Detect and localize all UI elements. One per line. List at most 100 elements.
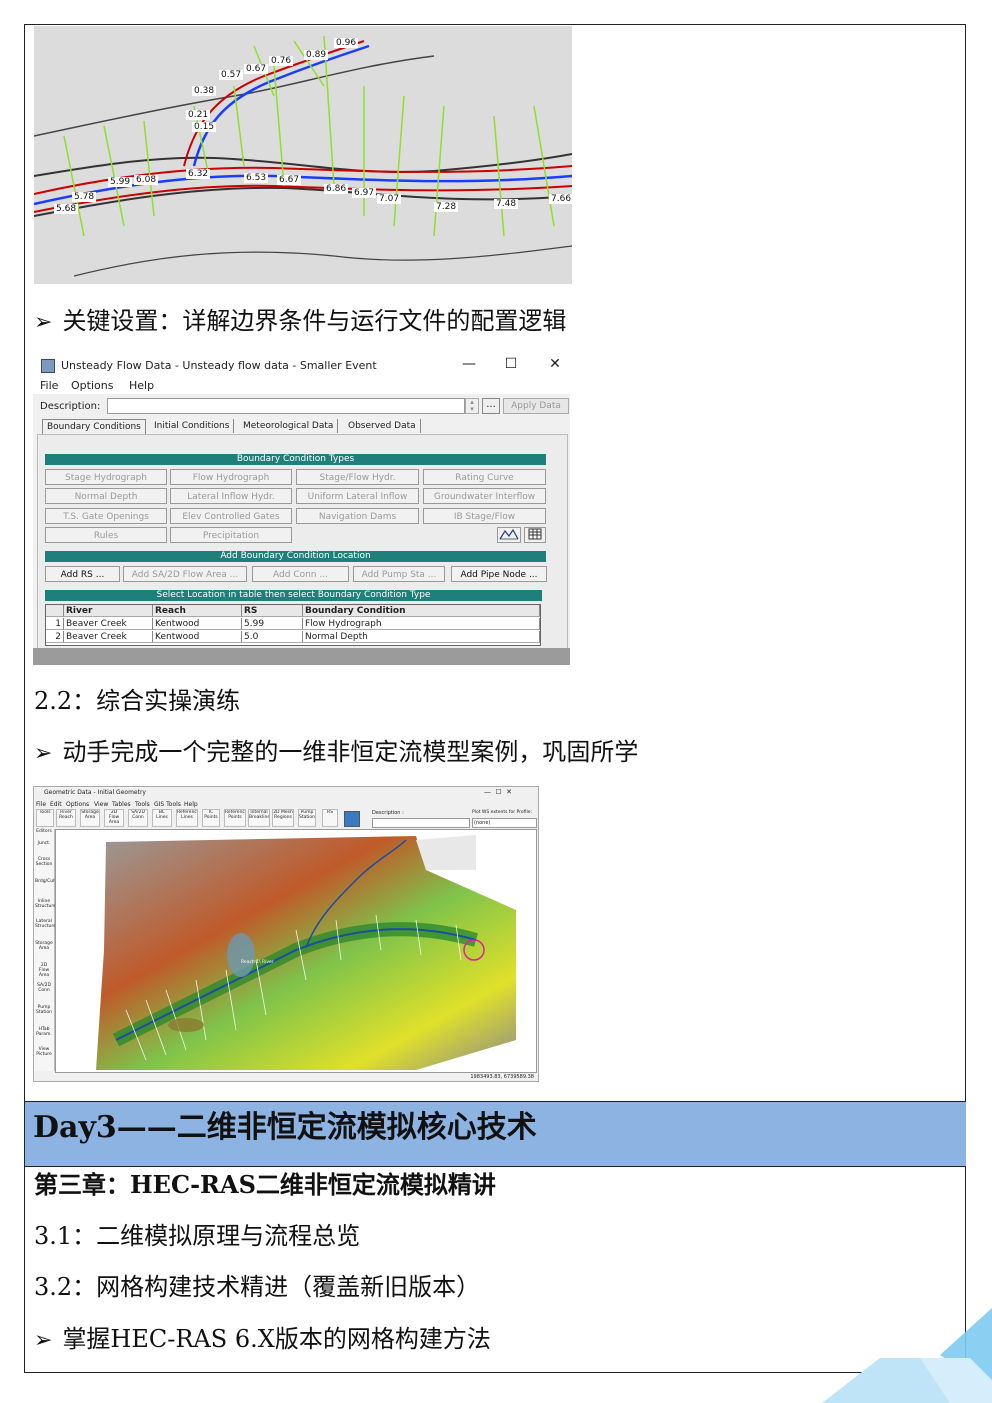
tool-bc-lines[interactable]: BC Lines (152, 809, 172, 827)
editor-lateral-structure[interactable]: Lateral Structure (35, 919, 56, 929)
uniform-lateral-inflow-button[interactable]: Uniform Lateral Inflow (296, 488, 419, 504)
table-cell-reach[interactable]: Kentwood (153, 618, 242, 630)
rules-button[interactable]: Rules (45, 527, 167, 543)
precipitation-button[interactable]: Precipitation (170, 527, 292, 543)
tool-internal-breaklines[interactable]: Internal Breaklines (248, 809, 270, 827)
editor-storage-area[interactable]: Storage Area (35, 941, 53, 951)
tab-meteorological-data[interactable]: Meteorological Data (239, 419, 339, 433)
tool-sa-2d-conn[interactable]: SA/2D Conn (128, 809, 148, 827)
menu-options[interactable]: Options (71, 379, 113, 392)
elev-controlled-gates-button[interactable]: Elev Controlled Gates (170, 508, 292, 524)
map-label: 7.07 (377, 194, 402, 204)
tool-ic-points[interactable]: IC Points (202, 809, 220, 827)
stage-flow-hydr-button[interactable]: Stage/Flow Hydr. (296, 469, 419, 485)
geo-description-input[interactable] (372, 818, 470, 828)
map-label: 5.68 (54, 204, 79, 214)
tab-boundary-conditions[interactable]: Boundary Conditions (42, 419, 146, 434)
normal-depth-button[interactable]: Normal Depth (45, 488, 167, 504)
tool-2d-mesh-regions[interactable]: 2D Mesh Regions (272, 809, 294, 827)
description-input[interactable] (107, 398, 465, 414)
geo-window-controls[interactable]: — ☐ ✕ (484, 788, 512, 796)
editor-htab-param[interactable]: HTab Param. (35, 1027, 53, 1037)
geo-menu-gis-tools[interactable]: GIS Tools (154, 801, 181, 808)
description-spinner[interactable]: ▴ ▾ (465, 398, 479, 414)
ib-stage-flow-button[interactable]: IB Stage/Flow (423, 508, 546, 524)
tool-reference-lines[interactable]: Reference Lines (176, 809, 198, 827)
day3-title: Day3——二维非恒定流模拟核心技术 (33, 1110, 537, 1145)
tool-tools[interactable]: Tools (36, 809, 54, 827)
tool-river-reach[interactable]: River Reach (56, 809, 76, 827)
editor-brdg-culv[interactable]: Brdg/Culv (35, 879, 57, 884)
map-label: 0.38 (192, 86, 217, 96)
table-icon[interactable] (524, 527, 546, 543)
map-label: 0.89 (304, 50, 329, 60)
map-layers-icon[interactable] (344, 811, 360, 827)
add-pipe-node-button[interactable]: Add Pipe Node ... (451, 566, 547, 582)
table-cell-river[interactable]: Beaver Creek (64, 631, 153, 643)
stage-hydrograph-button[interactable]: Stage Hydrograph (45, 469, 167, 485)
tool-pump-station[interactable]: Pump Station (298, 809, 316, 827)
add-pump-sta-button[interactable]: Add Pump Sta ... (353, 566, 445, 582)
tab-observed-data[interactable]: Observed Data (344, 419, 421, 433)
tool-storage-area[interactable]: Storage Area (80, 809, 100, 827)
geo-menu-help[interactable]: Help (184, 801, 198, 808)
geometric-data-window: Geometric Data - Initial Geometry — ☐ ✕ … (33, 786, 539, 1082)
maximize-icon[interactable]: ☐ (501, 356, 521, 372)
editor-cross-section[interactable]: Cross Section (35, 857, 53, 867)
table-cell-rs[interactable]: 5.0 (242, 631, 303, 643)
tool-rs[interactable]: RS (322, 809, 338, 827)
description-browse-button[interactable]: ... (482, 398, 500, 414)
terrain-graphic (96, 835, 516, 1070)
geometry-canvas[interactable]: Reach 1\ River (55, 829, 537, 1073)
geo-menu-tables[interactable]: Tables (112, 801, 131, 808)
map-label: 0.67 (244, 64, 269, 74)
add-conn-button[interactable]: Add Conn ... (252, 566, 349, 582)
table-cell-bc[interactable]: Normal Depth (303, 631, 540, 643)
groundwater-interflow-button[interactable]: Groundwater Interflow (423, 488, 546, 504)
geo-menu-file[interactable]: File (36, 801, 46, 808)
editor-sa-2d-conn[interactable]: SA/2D Conn (35, 983, 53, 993)
table-cell-bc[interactable]: Flow Hydrograph (303, 618, 540, 630)
dialog-title: Unsteady Flow Data - Unsteady flow data … (61, 359, 377, 372)
editor-pump-station[interactable]: Pump Station (35, 1005, 53, 1015)
table-cell-river[interactable]: Beaver Creek (64, 618, 153, 630)
bullet-arrow-icon: ➢ (34, 1328, 53, 1353)
tool-2d-flow-area[interactable]: 2D Flow Area (104, 809, 124, 827)
navigation-dams-button[interactable]: Navigation Dams (296, 508, 419, 524)
map-label: 6.32 (186, 169, 211, 179)
map-label: 6.97 (352, 188, 377, 198)
plot-ws-select[interactable]: (none) (472, 818, 537, 828)
dialog-menubar: File Options Help (33, 378, 570, 394)
editor-view-picture[interactable]: View Picture (35, 1047, 53, 1057)
editor-inline-structure[interactable]: Inline Structure (35, 899, 56, 909)
geo-menu-edit[interactable]: Edit (50, 801, 62, 808)
rating-curve-button[interactable]: Rating Curve (423, 469, 546, 485)
geo-menu-tools[interactable]: Tools (135, 801, 150, 808)
menu-file[interactable]: File (40, 379, 58, 392)
close-icon[interactable]: ✕ (545, 356, 565, 372)
tool-reference-points[interactable]: Reference Points (224, 809, 246, 827)
ts-gate-openings-button[interactable]: T.S. Gate Openings (45, 508, 167, 524)
flow-hydrograph-button[interactable]: Flow Hydrograph (170, 469, 292, 485)
lateral-inflow-hydr-button[interactable]: Lateral Inflow Hydr. (170, 488, 292, 504)
editor-junct[interactable]: Junct. (35, 841, 53, 846)
minimize-icon[interactable]: — (459, 356, 479, 372)
geo-window-title: Geometric Data - Initial Geometry (44, 789, 146, 796)
apply-data-button[interactable]: Apply Data (503, 398, 569, 414)
map-label: 0.76 (269, 56, 294, 66)
geo-menu-options[interactable]: Options (66, 801, 89, 808)
editors-sidebar: Editors Junct. Cross Section Brdg/Culv I… (34, 829, 57, 1071)
plot-icon[interactable] (497, 527, 521, 543)
menu-help[interactable]: Help (129, 379, 154, 392)
add-sa-2d-flow-area-button[interactable]: Add SA/2D Flow Area ... (123, 566, 247, 582)
geo-menu-view[interactable]: View (94, 801, 108, 808)
tab-initial-conditions[interactable]: Initial Conditions (150, 419, 235, 433)
col-reach: Reach (153, 605, 242, 617)
add-rs-button[interactable]: Add RS ... (45, 566, 120, 582)
editor-2d-flow-area[interactable]: 2D Flow Area (35, 963, 53, 978)
table-cell-reach[interactable]: Kentwood (153, 631, 242, 643)
map-label: 0.15 (192, 122, 217, 132)
col-boundary-condition: Boundary Condition (303, 605, 540, 617)
table-cell-rs[interactable]: 5.99 (242, 618, 303, 630)
geo-coordinates: 1983493.83, 6739589.38 (470, 1074, 534, 1080)
